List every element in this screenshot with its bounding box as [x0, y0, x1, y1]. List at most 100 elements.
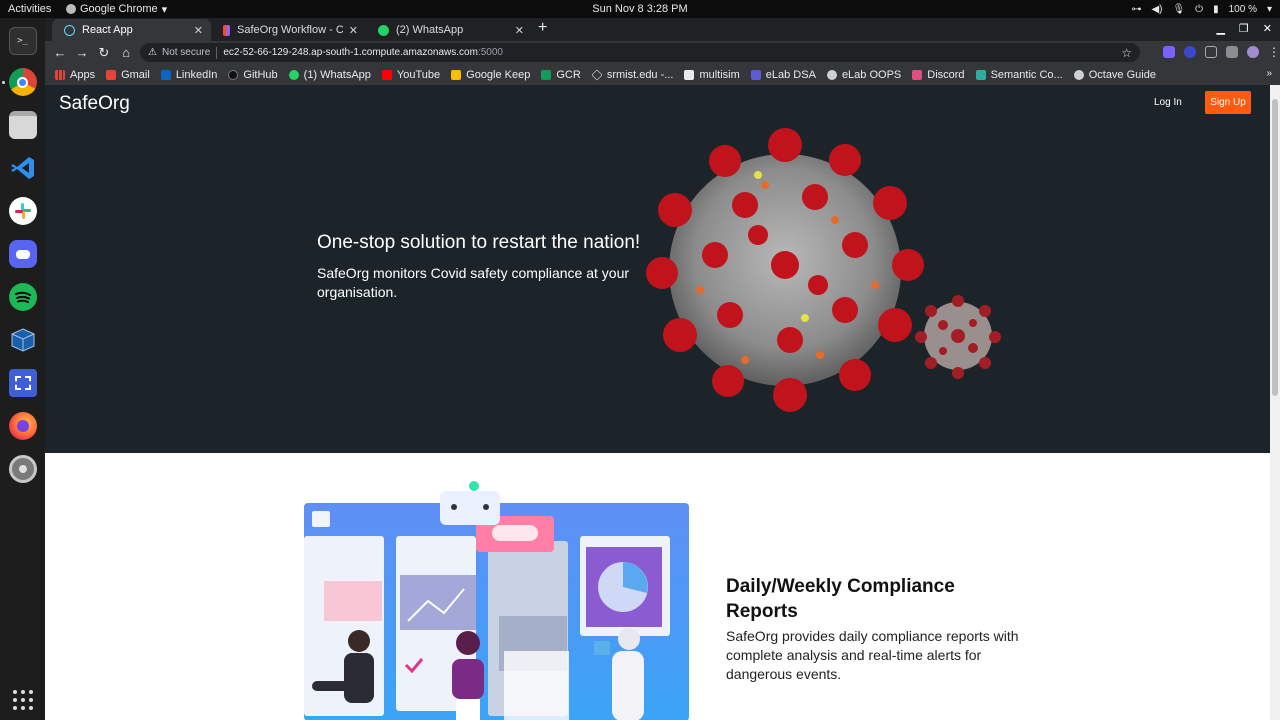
tab-react-app[interactable]: React App ✕ [52, 19, 211, 41]
slack-icon[interactable] [8, 197, 37, 225]
bookmark-google-keep[interactable]: Google Keep [451, 69, 530, 81]
close-tab-icon[interactable]: ✕ [349, 24, 358, 37]
web-page: SafeOrg Log In Sign Up One-stop solution… [45, 85, 1270, 720]
tab-title: React App [82, 24, 133, 36]
workflow-favicon-icon [223, 24, 230, 36]
extension-grid-icon[interactable] [1205, 46, 1217, 58]
extension-icon[interactable] [1184, 46, 1196, 58]
warning-triangle-icon: ⚠ [148, 47, 157, 58]
bookmark-discord[interactable]: Discord [912, 68, 965, 81]
virtualbox-icon[interactable] [9, 326, 37, 354]
maximize-icon[interactable]: ❐ [1239, 22, 1249, 35]
bookmark-star-icon[interactable]: ☆ [1121, 46, 1132, 60]
extensions-area: ⋮ [1163, 46, 1280, 58]
coronavirus-large-image [646, 128, 924, 412]
battery-level: 100 % [1228, 3, 1257, 15]
browser-window: React App ✕ SafeOrg Workflow - Cre ✕ (2)… [45, 18, 1280, 720]
tab-strip: React App ✕ SafeOrg Workflow - Cre ✕ (2)… [45, 18, 1280, 41]
activities-button[interactable]: Activities [0, 3, 66, 15]
bookmark-gcr[interactable]: GCR [541, 68, 581, 81]
whatsapp-icon [288, 69, 299, 80]
bookmark-youtube[interactable]: YouTube [381, 69, 440, 81]
bookmark-whatsapp[interactable]: (1) WhatsApp [288, 68, 371, 81]
diamond-icon [591, 68, 603, 81]
close-tab-icon[interactable]: ✕ [515, 24, 524, 37]
bookmarks-bar: Apps Gmail LinkedIn GitHub (1) WhatsApp … [45, 64, 1280, 85]
avatar[interactable] [1247, 46, 1259, 58]
signup-button[interactable]: Sign Up [1205, 91, 1251, 114]
close-tab-icon[interactable]: ✕ [194, 24, 203, 37]
new-tab-button[interactable]: + [538, 19, 547, 37]
chrome-icon[interactable] [8, 68, 37, 96]
battery-icon: ▮ [1213, 3, 1219, 15]
firefox-globe-icon [16, 420, 29, 432]
elab-icon [750, 69, 761, 80]
bookmark-srmist[interactable]: srmist.edu -... [591, 68, 673, 81]
mic-icon: 🎙 [1172, 3, 1186, 15]
github-icon [228, 69, 239, 80]
app-menu[interactable]: Google Chrome ▾ [66, 3, 167, 16]
dashboard-illustration-image [304, 481, 689, 720]
bookmark-elab-dsa[interactable]: eLab DSA [750, 69, 816, 81]
bookmark-github[interactable]: GitHub [228, 69, 278, 81]
spotify-icon[interactable] [8, 283, 37, 311]
bookmark-multisim[interactable]: multisim [684, 69, 740, 81]
page-scrollbar[interactable] [1270, 85, 1280, 720]
vscode-icon[interactable] [8, 154, 37, 182]
tab-title: SafeOrg Workflow - Cre [237, 24, 343, 36]
terminal-icon[interactable]: >_ [8, 27, 37, 55]
classroom-icon [541, 69, 552, 80]
bookmark-octave-guide[interactable]: Octave Guide [1073, 69, 1156, 81]
feature-section: Daily/Weekly Compliance Reports SafeOrg … [45, 453, 1270, 720]
dock: >_ [0, 18, 45, 720]
discord-face-icon [15, 249, 30, 259]
close-window-icon[interactable]: ✕ [1263, 22, 1272, 35]
bookmark-elab-oops[interactable]: eLab OOPS [826, 69, 901, 81]
settings-icon[interactable] [8, 455, 37, 483]
feature-text: SafeOrg provides daily compliance report… [726, 628, 1019, 682]
clock[interactable]: Sun Nov 8 3:28 PM [0, 3, 1280, 15]
tab-whatsapp[interactable]: (2) WhatsApp ✕ [366, 19, 532, 41]
firefox-icon[interactable] [8, 412, 37, 440]
extension-icon[interactable] [1163, 46, 1175, 58]
globe-icon [1073, 69, 1084, 80]
show-applications-icon[interactable] [12, 690, 33, 710]
address-bar[interactable]: ⚠ Not secure ec2-52-66-129-248.ap-south-… [140, 43, 1140, 62]
home-icon[interactable]: ⌂ [115, 45, 137, 60]
bookmark-label: Discord [927, 68, 965, 81]
bookmark-label: (1) WhatsApp [303, 68, 371, 81]
security-label[interactable]: Not secure [162, 47, 210, 58]
scrollbar-thumb[interactable] [1272, 99, 1278, 396]
screenshot-icon[interactable] [8, 369, 37, 397]
app-menu-label: Google Chrome [80, 3, 158, 15]
selection-frame-icon [14, 376, 31, 390]
separator [216, 46, 218, 59]
menu-dots-icon[interactable]: ⋮ [1268, 46, 1280, 58]
feature-heading: Daily/Weekly Compliance Reports [726, 576, 955, 622]
url-port: :5000 [477, 47, 503, 58]
puzzle-icon[interactable] [1226, 46, 1238, 58]
minimize-icon[interactable]: ▁ [1216, 22, 1224, 35]
files-icon[interactable] [8, 111, 37, 139]
forward-icon[interactable]: → [71, 45, 93, 60]
chevron-down-icon: ▾ [1266, 3, 1272, 15]
youtube-icon [381, 69, 392, 80]
bookmark-gmail[interactable]: Gmail [106, 69, 150, 81]
reload-icon[interactable]: ↻ [93, 45, 115, 61]
discord-icon[interactable] [8, 240, 37, 268]
login-link[interactable]: Log In [1154, 97, 1182, 108]
bookmark-linkedin[interactable]: LinkedIn [160, 69, 217, 81]
url-host: ec2-52-66-129-248.ap-south-1.compute.ama… [223, 47, 478, 58]
coronavirus-small-image [915, 295, 1001, 379]
volume-icon: ◀) [1151, 3, 1163, 15]
brand-logo[interactable]: SafeOrg [59, 93, 130, 115]
bookmark-apps[interactable]: Apps [55, 69, 95, 81]
system-tray[interactable]: ⊶ ◀) 🎙 ⏻ ▮ 100 % ▾ [1131, 0, 1272, 18]
bookmarks-overflow-icon[interactable]: » [1266, 68, 1272, 79]
bookmark-semantic[interactable]: Semantic Co... [975, 69, 1063, 81]
tab-title: (2) WhatsApp [396, 24, 464, 36]
tab-safeorg-workflow[interactable]: SafeOrg Workflow - Cre ✕ [211, 19, 366, 41]
power-icon: ⏻ [1195, 3, 1204, 15]
bookmark-label: GCR [556, 68, 581, 81]
back-icon[interactable]: ← [49, 45, 71, 60]
